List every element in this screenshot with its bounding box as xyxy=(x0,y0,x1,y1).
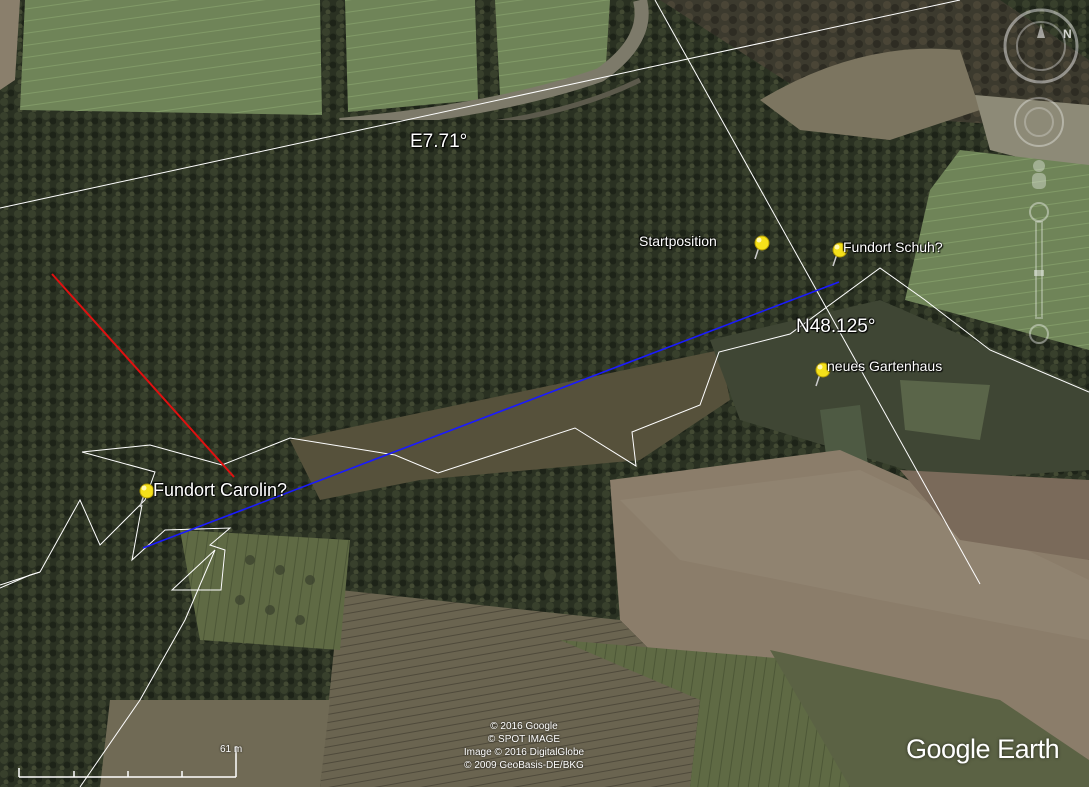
placemark-label-fundort-carolin[interactable]: Fundort Carolin? xyxy=(153,480,287,501)
svg-text:N: N xyxy=(1063,27,1072,41)
zoom-slider-icon[interactable] xyxy=(1029,202,1049,344)
street-view-icon[interactable] xyxy=(1032,160,1046,189)
aerial-imagery xyxy=(0,0,1089,787)
attribution-line: © SPOT IMAGE xyxy=(487,734,561,745)
placemark-label-startposition[interactable]: Startposition xyxy=(639,233,717,249)
imagery-attribution: © 2016 Google © SPOT IMAGE Image © 2016 … xyxy=(454,720,594,772)
navigation-controls: N xyxy=(1003,8,1079,344)
attribution-line: © 2009 GeoBasis-DE/BKG xyxy=(464,760,584,771)
longitude-grid-label: E7.71° xyxy=(410,131,468,152)
google-earth-logo: Google Earth xyxy=(906,734,1060,764)
scale-bar xyxy=(18,746,237,778)
placemark-label-neues-gartenhaus[interactable]: neues Gartenhaus xyxy=(827,358,942,374)
pushpin-icon[interactable] xyxy=(749,233,771,261)
attribution-line: © 2016 Google xyxy=(490,721,558,732)
compass-icon[interactable]: N xyxy=(1003,8,1079,84)
look-joystick-icon[interactable] xyxy=(1014,97,1064,147)
latitude-grid-label: N48.125° xyxy=(796,316,876,337)
map-viewport[interactable]: E7.71° N48.125° Fundort Carolin? Startpo… xyxy=(0,0,1089,787)
attribution-line: Image © 2016 DigitalGlobe xyxy=(463,747,585,758)
placemark-label-fundort-schuh[interactable]: Fundort Schuh? xyxy=(843,239,943,255)
scale-bar-label: 61 m xyxy=(220,744,243,755)
